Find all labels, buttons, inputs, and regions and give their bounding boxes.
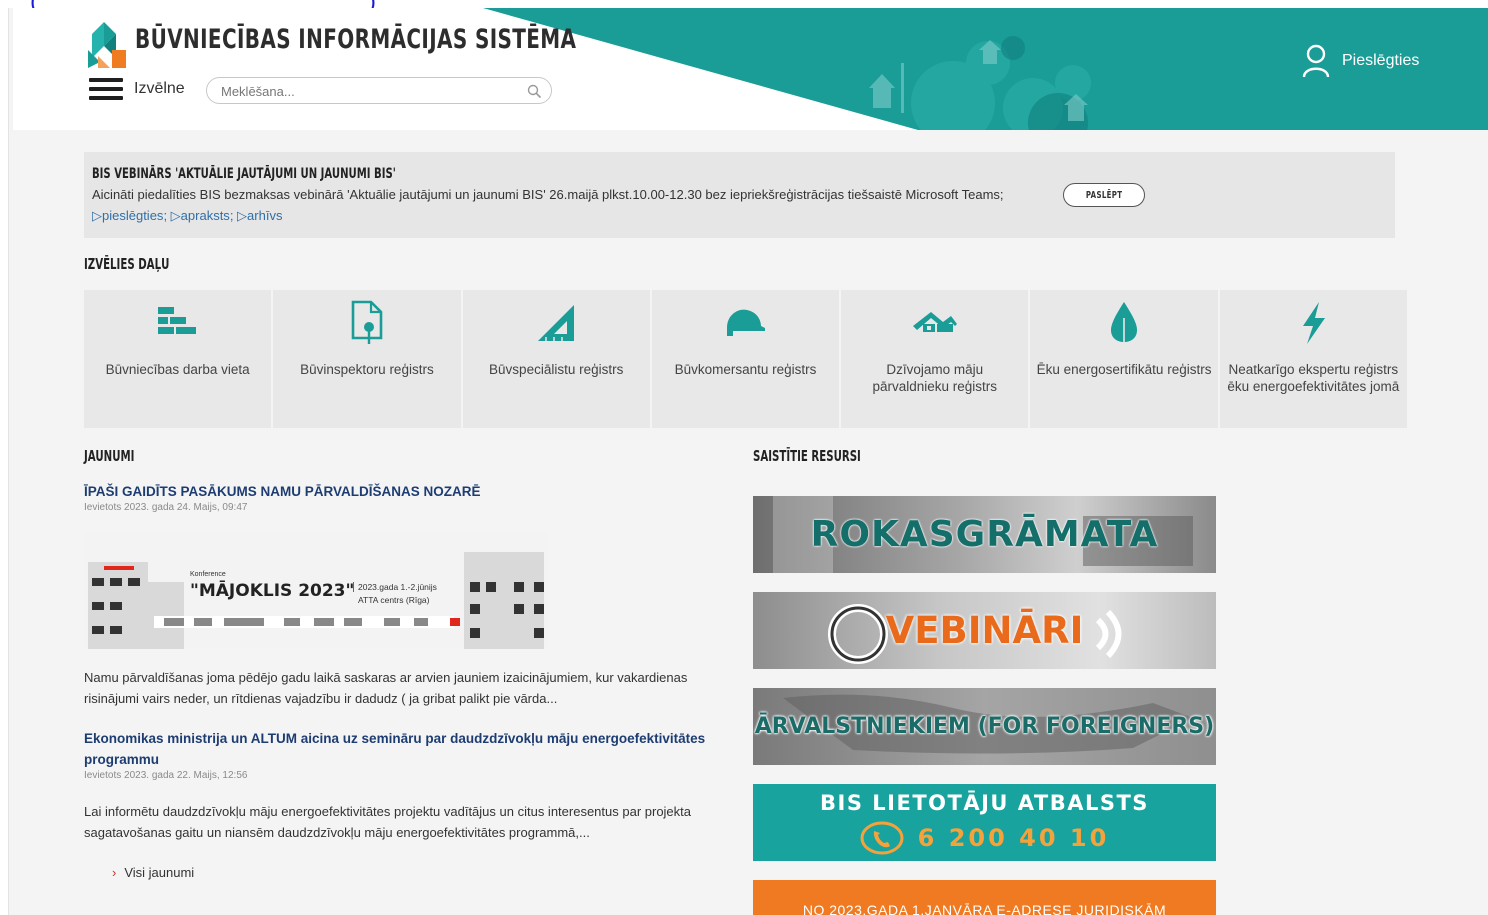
tile-specialists-register[interactable]: Būvspeciālistu reģistrs <box>462 290 650 428</box>
choose-section-title: IZVĒLIES DAĻU <box>84 255 170 273</box>
image-headline: "MĀJOKLIS 2023" <box>190 581 355 601</box>
bricks-icon <box>153 300 203 346</box>
login-label[interactable]: Pieslēgties <box>1342 52 1419 70</box>
search-input[interactable] <box>221 82 511 100</box>
tile-label[interactable]: Ēku energosertifikātu reģistrs <box>1036 361 1212 378</box>
banner-support-text[interactable]: BIS LIETOTĀJU ATBALSTS <box>820 791 1149 815</box>
banner-foreigners[interactable]: ĀRVALSTNIEKIEM (FOR FOREIGNERS) <box>753 688 1216 765</box>
top-link-fragment[interactable]: (____________________) <box>0 0 1488 8</box>
tile-inspectors-register[interactable]: Būvinspektoru reģistrs <box>273 290 461 428</box>
site-header: BŪVNIECĪBAS INFORMĀCIJAS SISTĒMA Izvēlne… <box>13 8 1488 130</box>
banner-handbook[interactable]: ROKASGRĀMATA <box>753 496 1216 573</box>
news-body-1: Namu pārvaldīšanas joma pēdējo gadu laik… <box>84 670 688 706</box>
notice-link-separator: ; <box>229 208 238 223</box>
resources-section-title: SAISTĪTIE RESURSI <box>753 447 861 465</box>
tile-label[interactable]: Būvspeciālistu reģistrs <box>469 361 644 378</box>
notice-text: Aicināti piedalīties BIS bezmaksas vebin… <box>92 187 1004 202</box>
notice-link-connect[interactable]: ▷pieslēgties <box>92 208 163 223</box>
menu-button[interactable]: Izvēlne <box>89 78 185 100</box>
menu-label[interactable]: Izvēlne <box>134 80 185 98</box>
banner-user-support[interactable]: BIS LIETOTĀJU ATBALSTS 6 200 40 10 <box>753 784 1216 861</box>
search-icon[interactable] <box>527 84 542 99</box>
set-square-icon <box>531 300 581 346</box>
chevron-right-icon: › <box>112 865 117 880</box>
news-title-1[interactable]: ĪPAŠI GAIDĪTS PASĀKUMS NAMU PĀRVALDĪŠANA… <box>84 481 481 502</box>
user-icon[interactable] <box>1302 44 1330 78</box>
tile-label[interactable]: Būvkomersantu reģistrs <box>658 361 833 378</box>
hide-notice-label[interactable]: PASLĒPT <box>1086 190 1123 201</box>
lightning-icon <box>1288 300 1338 346</box>
news-title-2[interactable]: Ekonomikas ministrija un ALTUM aicina uz… <box>84 728 714 770</box>
news-date-2: Ievietots 2023. gada 22. Maijs, 12:56 <box>84 770 248 781</box>
tile-contractors-register[interactable]: Būvkomersantu reģistrs <box>651 290 840 428</box>
news-body-2: Lai informētu daudzdzīvokļu māju energoe… <box>84 804 692 840</box>
hard-hat-icon <box>720 300 770 346</box>
notice-link-archive[interactable]: ▷arhīvs <box>237 208 282 223</box>
tile-independent-experts-register[interactable]: Neatkarīgo ekspertu reģistrs ēku energoe… <box>1219 290 1407 428</box>
banner-webinars-text[interactable]: VEBINĀRI <box>886 609 1084 652</box>
tile-construction-workplace[interactable]: Būvniecības darba vieta <box>84 290 272 428</box>
image-date: 2023.gada 1.-2.jūnijs <box>353 582 437 592</box>
notice-link-description[interactable]: ▷apraksts <box>171 208 230 223</box>
banner-handbook-text[interactable]: ROKASGRĀMATA <box>811 514 1159 555</box>
login-button[interactable]: Pieslēgties <box>1302 44 1419 78</box>
house-roof-icon <box>910 300 960 346</box>
document-inspector-icon <box>342 300 392 346</box>
tile-label[interactable]: Neatkarīgo ekspertu reģistrs ēku energoe… <box>1226 361 1401 395</box>
section-tiles: Būvniecības darba vieta Būvinspektoru re… <box>84 290 1407 428</box>
support-phone-number[interactable]: 6 200 40 10 <box>918 824 1110 852</box>
hide-notice-button[interactable]: PASLĒPT <box>1063 183 1145 207</box>
news-section-title: JAUNUMI <box>84 447 135 465</box>
notice-links: ▷pieslēgties; ▷apraksts; ▷arhīvs <box>92 208 282 224</box>
all-news-label[interactable]: Visi jaunumi <box>124 865 194 880</box>
image-kicker: Konference <box>190 571 226 578</box>
tile-label[interactable]: Būvinspektoru reģistrs <box>279 361 454 378</box>
banner-e-address[interactable]: NO 2023.GADA 1.JANVĀRA E-ADRESE JURIDISK… <box>753 880 1216 915</box>
search-box[interactable] <box>206 77 552 104</box>
tile-label[interactable]: Būvniecības darba vieta <box>90 361 265 378</box>
tile-energy-certificates-register[interactable]: Ēku energosertifikātu reģistrs <box>1030 290 1218 428</box>
leaf-drop-icon <box>1099 300 1149 346</box>
banner-foreigners-text[interactable]: ĀRVALSTNIEKIEM (FOR FOREIGNERS) <box>755 714 1214 739</box>
hamburger-icon[interactable] <box>89 78 123 100</box>
tile-label[interactable]: Dzīvojamo māju pārvaldnieku reģistrs <box>847 361 1022 395</box>
notice-link-separator: ; <box>163 208 171 223</box>
banner-e-address-text[interactable]: NO 2023.GADA 1.JANVĀRA E-ADRESE JURIDISK… <box>803 902 1166 915</box>
news-image-majoklis[interactable]: Konference "MĀJOKLIS 2023" 2023.gada 1.-… <box>84 532 548 649</box>
banner-webinars[interactable]: VEBINĀRI <box>753 592 1216 669</box>
support-phone-row[interactable]: 6 200 40 10 <box>860 821 1110 855</box>
bis-logo[interactable] <box>86 20 128 70</box>
image-venue: ATTA centrs (Rīga) <box>358 595 430 605</box>
phone-icon <box>860 821 904 854</box>
notice-title: BIS VEBINĀRS 'AKTUĀLIE JAUTĀJUMI UN JAUN… <box>92 166 396 182</box>
all-news-link[interactable]: › Visi jaunumi <box>112 865 194 880</box>
tile-house-managers-register[interactable]: Dzīvojamo māju pārvaldnieku reģistrs <box>841 290 1029 428</box>
top-link-text[interactable]: (____________________) <box>30 0 379 8</box>
news-date-1: Ievietots 2023. gada 24. Maijs, 09:47 <box>84 502 248 513</box>
site-title[interactable]: BŪVNIECĪBAS INFORMĀCIJAS SISTĒMA <box>135 24 576 55</box>
webinar-notice: BIS VEBINĀRS 'AKTUĀLIE JAUTĀJUMI UN JAUN… <box>84 152 1395 238</box>
